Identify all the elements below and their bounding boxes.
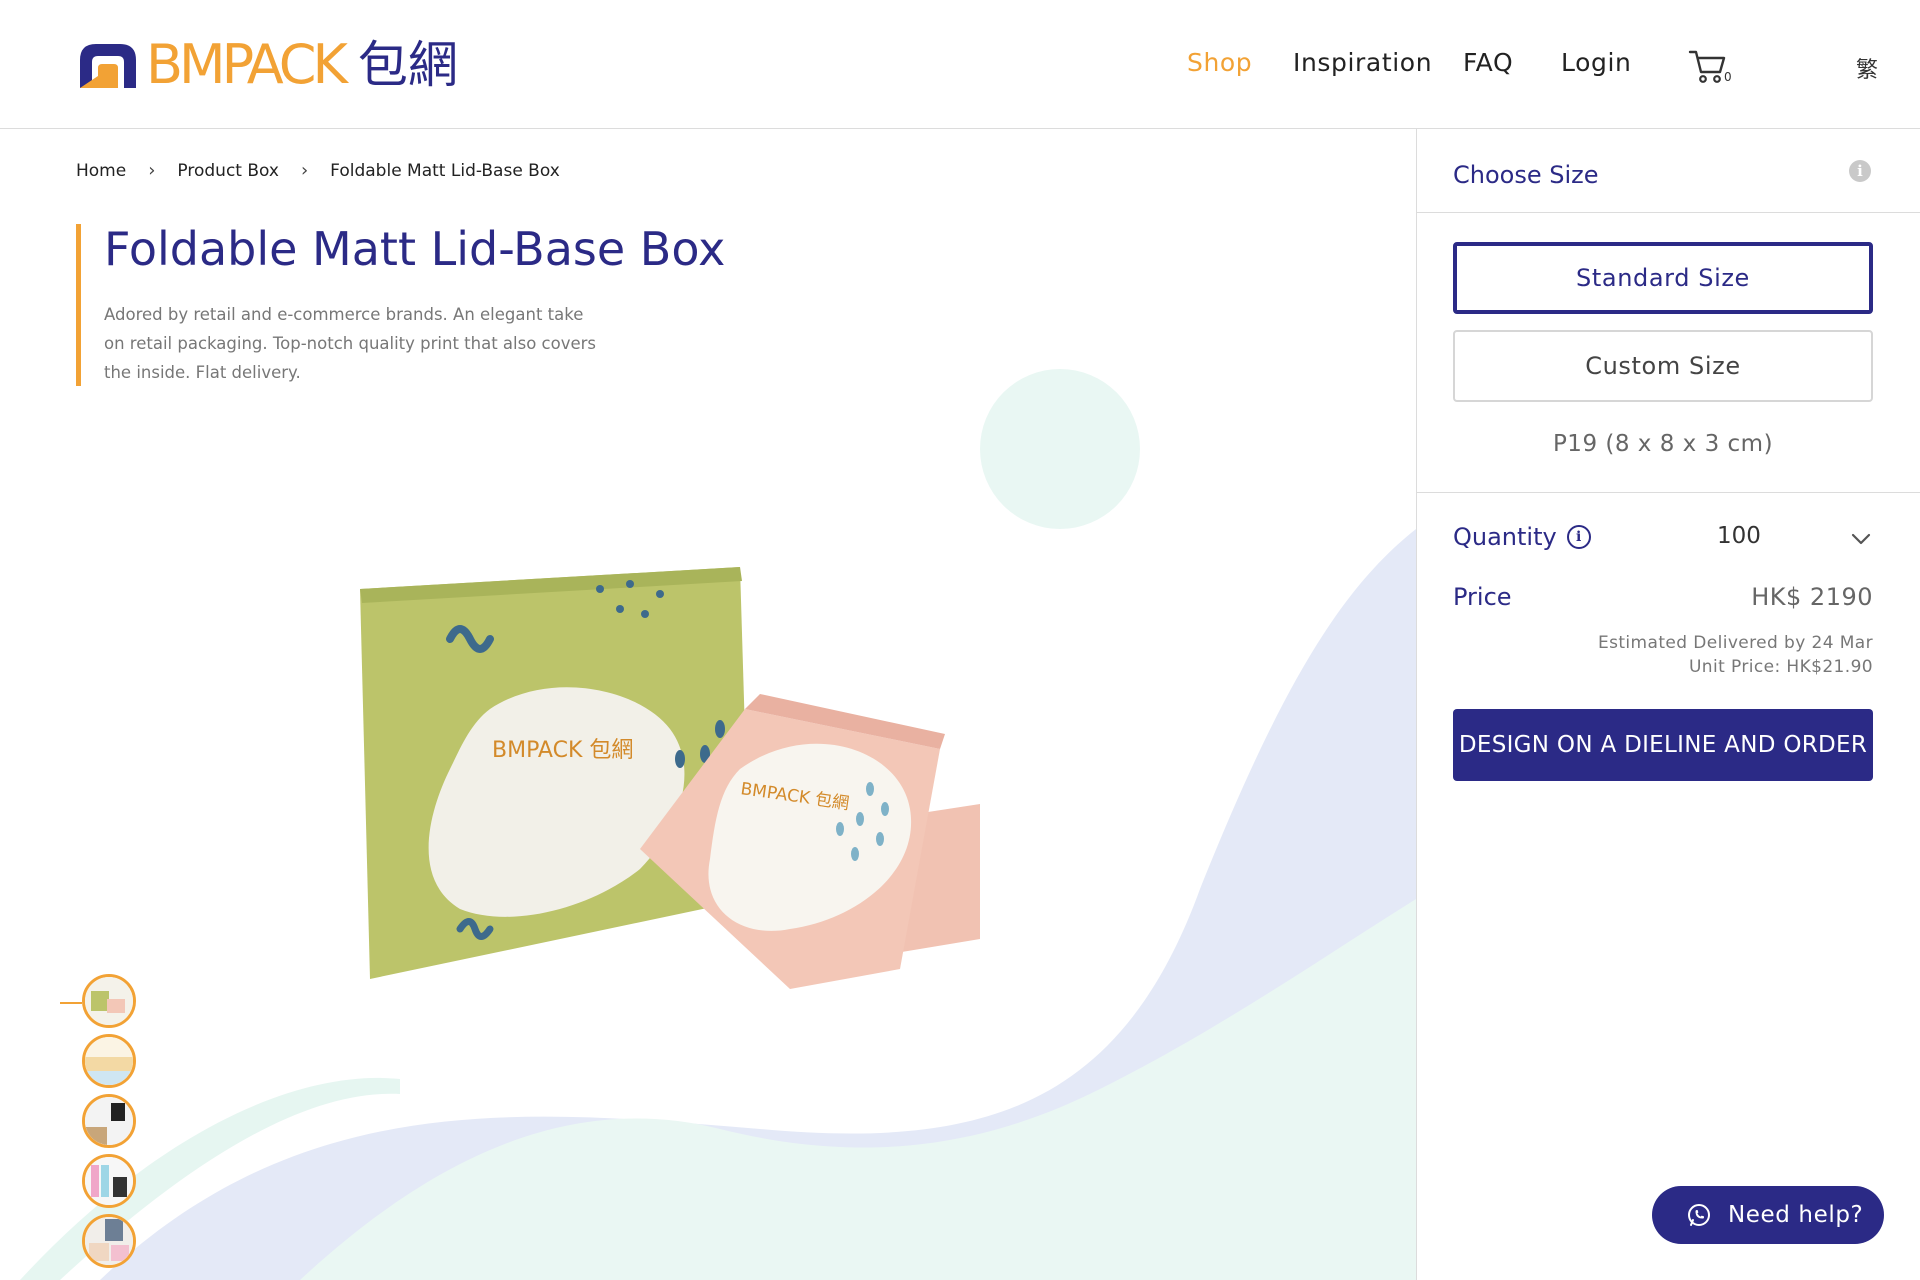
product-description: Adored by retail and e-commerce brands. …: [104, 305, 597, 382]
thumbnail-1[interactable]: [82, 974, 136, 1028]
thumbnail-2[interactable]: [82, 1034, 136, 1088]
chevron-right-icon: ›: [300, 160, 309, 181]
thumbnail-list: [60, 844, 150, 1268]
title-block: Foldable Matt Lid-Base Box Adored by ret…: [76, 222, 725, 386]
breadcrumb-current: Foldable Matt Lid-Base Box: [330, 160, 560, 181]
breadcrumb-product-box[interactable]: Product Box: [177, 161, 279, 181]
divider: [1417, 212, 1920, 213]
shopping-cart-icon[interactable]: [1688, 46, 1728, 86]
quantity-info-icon[interactable]: i: [1566, 525, 1591, 549]
unit-price: Unit Price: HK$21.90: [1688, 657, 1873, 677]
page-title: Foldable Matt Lid-Base Box: [104, 222, 726, 276]
nav-login[interactable]: Login: [1561, 48, 1631, 77]
breadcrumb: Home › Product Box › Foldable Matt Lid-B…: [76, 160, 560, 181]
language-toggle[interactable]: 繁: [1856, 52, 1878, 84]
thumbnail-5[interactable]: [82, 1214, 136, 1268]
design-and-order-button[interactable]: DESIGN ON A DIELINE AND ORDER: [1453, 709, 1873, 781]
need-help-label: Need help?: [1728, 1202, 1864, 1228]
quantity-label: Quantity i: [1453, 523, 1591, 551]
custom-size-button[interactable]: Custom Size: [1453, 330, 1873, 402]
standard-size-button[interactable]: Standard Size: [1453, 242, 1873, 314]
estimated-delivery: Estimated Delivered by 24 Mar: [1597, 633, 1873, 653]
nav-inspiration[interactable]: Inspiration: [1293, 48, 1432, 77]
choose-size-label: Choose Size: [1453, 161, 1599, 189]
quantity-label-text: Quantity: [1453, 523, 1557, 551]
box-logo-text: BMPACK 包網: [492, 738, 633, 763]
whatsapp-icon: [1688, 1204, 1710, 1226]
price-label: Price: [1453, 583, 1512, 611]
breadcrumb-home[interactable]: Home: [76, 161, 126, 181]
product-image: BMPACK 包網 BMPACK 包網: [360, 567, 980, 989]
price-value: HK$ 2190: [1751, 583, 1873, 611]
cart-count: 0: [1724, 70, 1732, 84]
nav-faq[interactable]: FAQ: [1463, 48, 1513, 77]
divider: [1417, 492, 1920, 493]
nav-shop[interactable]: Shop: [1187, 48, 1252, 77]
chevron-down-icon[interactable]: [1849, 527, 1873, 551]
order-sidebar: Choose Size i Standard Size Custom Size …: [1416, 129, 1920, 1280]
site-header: BMPACK 包網 Shop Inspiration FAQ Login 0 繁: [0, 0, 1920, 129]
product-main: Home › Product Box › Foldable Matt Lid-B…: [0, 129, 1416, 1280]
need-help-button[interactable]: Need help?: [1652, 1186, 1884, 1244]
main-nav: Shop Inspiration FAQ Login: [0, 48, 1920, 88]
thumbnail-3[interactable]: [82, 1094, 136, 1148]
quantity-select[interactable]: 100: [1717, 523, 1761, 549]
size-code: P19 (8 x 8 x 3 cm): [1552, 431, 1774, 457]
active-thumbnail-indicator: [60, 1002, 82, 1004]
thumbnail-4[interactable]: [82, 1154, 136, 1208]
info-icon[interactable]: i: [1849, 160, 1871, 182]
chevron-right-icon: ›: [148, 160, 156, 181]
